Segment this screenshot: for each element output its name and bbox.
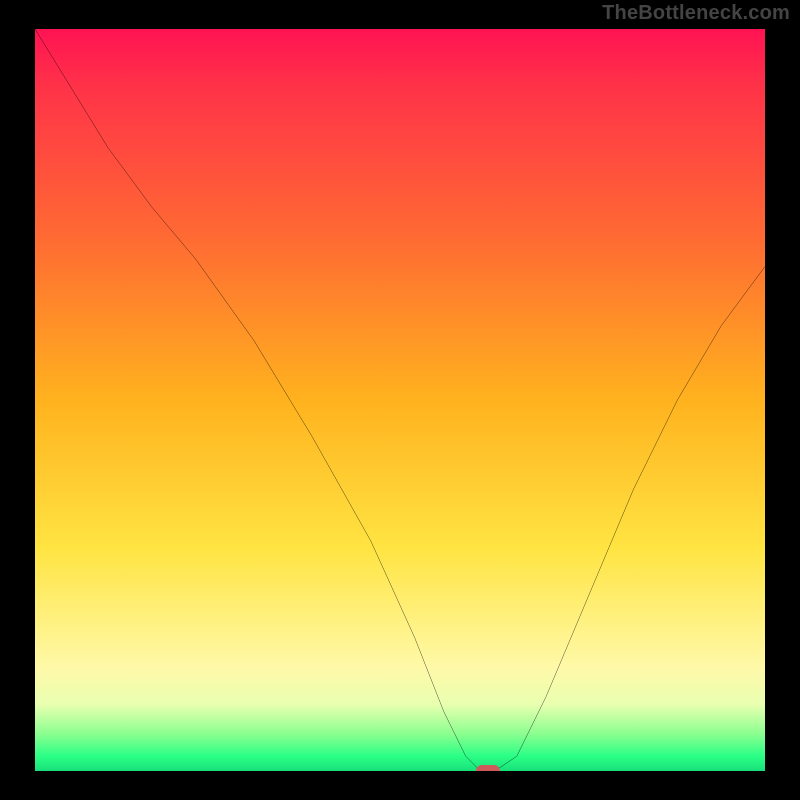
bottleneck-curve bbox=[35, 29, 765, 771]
chart-frame: TheBottleneck.com bbox=[0, 0, 800, 800]
plot-area bbox=[35, 29, 765, 771]
optimal-marker bbox=[476, 765, 500, 771]
watermark-text: TheBottleneck.com bbox=[602, 2, 790, 25]
